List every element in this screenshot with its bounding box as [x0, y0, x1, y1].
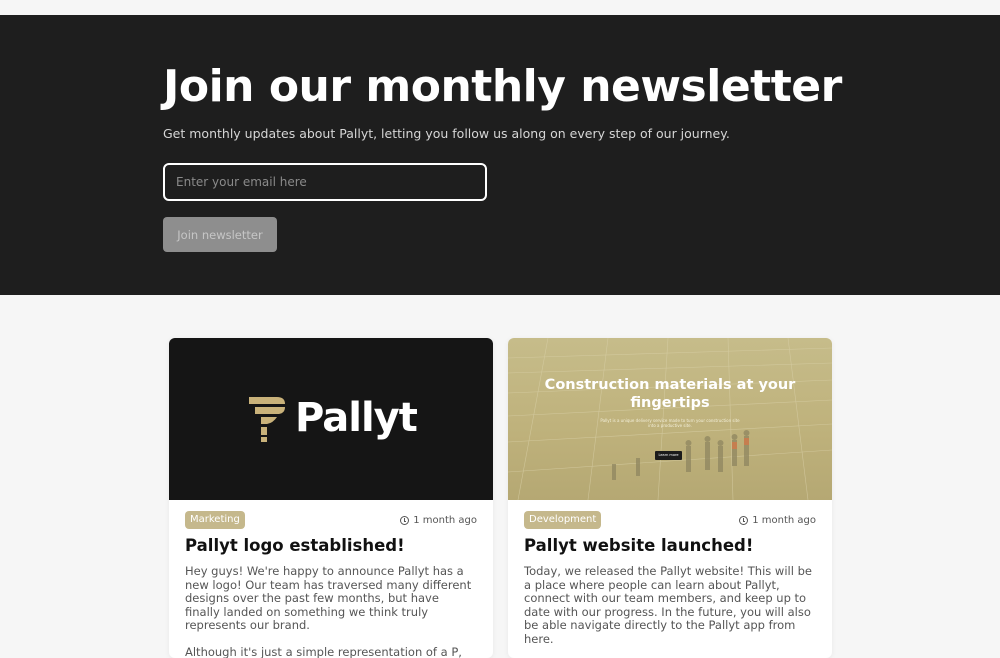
website-subtext: Pallyt is a unique delivery service made… [600, 418, 740, 428]
category-tag[interactable]: Development [524, 511, 602, 529]
clock-icon [400, 516, 410, 525]
post-card[interactable]: Construction materials at your fingertip… [508, 338, 832, 658]
clock-icon [739, 516, 749, 525]
post-image-website: Construction materials at your fingertip… [508, 338, 832, 500]
newsletter-section: Join our monthly newsletter Get monthly … [0, 15, 1000, 295]
pallyt-logo-text: Pallyt [295, 395, 418, 441]
category-tag[interactable]: Marketing [185, 511, 245, 529]
post-title[interactable]: Pallyt website launched! [524, 535, 816, 557]
post-image-logo: Pallyt [169, 338, 493, 500]
post-date-text: 1 month ago [413, 515, 477, 526]
post-paragraph: Today, we released the Pallyt website! T… [524, 564, 812, 646]
newsletter-title: Join our monthly newsletter [163, 61, 842, 112]
post-card[interactable]: Pallyt Marketing 1 month ago Pallyt logo… [169, 338, 493, 658]
pallyt-logo-icon [249, 397, 285, 442]
post-meta: Marketing 1 month ago [185, 511, 477, 531]
top-strip [0, 0, 1000, 15]
website-headline: Construction materials at your fingertip… [544, 377, 796, 411]
post-paragraph: Hey guys! We're happy to announce Pallyt… [185, 564, 472, 632]
join-newsletter-button[interactable]: Join newsletter [163, 217, 277, 252]
post-excerpt: Today, we released the Pallyt website! T… [524, 564, 816, 646]
post-excerpt: Hey guys! We're happy to announce Pallyt… [185, 564, 477, 658]
post-date-text: 1 month ago [752, 515, 816, 526]
post-date: 1 month ago [739, 514, 816, 527]
post-body: Marketing 1 month ago Pallyt logo establ… [169, 500, 493, 658]
email-input[interactable] [163, 163, 487, 201]
website-learn-more-button: Learn more [655, 451, 682, 460]
newsletter-subtitle: Get monthly updates about Pallyt, lettin… [163, 126, 730, 141]
post-meta: Development 1 month ago [524, 511, 816, 531]
post-paragraph: Although it's just a simple representati… [185, 645, 462, 658]
post-body: Development 1 month ago Pallyt website l… [508, 500, 832, 646]
post-title[interactable]: Pallyt logo established! [185, 535, 477, 557]
post-date: 1 month ago [400, 514, 477, 527]
